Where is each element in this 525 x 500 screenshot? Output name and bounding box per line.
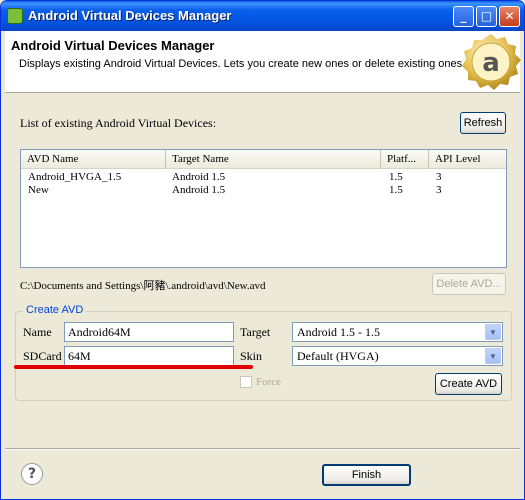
maximize-button[interactable]: □ xyxy=(476,6,497,27)
close-button[interactable]: ✕ xyxy=(499,6,520,27)
cell-target-name: Android 1.5 xyxy=(172,184,226,196)
cell-platform: 1.5 xyxy=(389,171,403,183)
avd-table-header: AVD Name Target Name Platf... API Level xyxy=(21,150,506,169)
finish-button[interactable]: Finish xyxy=(322,464,411,486)
create-avd-legend: Create AVD xyxy=(23,304,87,316)
create-avd-button[interactable]: Create AVD xyxy=(435,373,502,395)
cell-api-level: 3 xyxy=(436,184,442,196)
skin-select-value: Default (HVGA) xyxy=(297,349,379,363)
window-title: Android Virtual Devices Manager xyxy=(28,8,232,23)
column-api-level[interactable]: API Level xyxy=(429,150,506,169)
column-target-name[interactable]: Target Name xyxy=(166,150,381,169)
banner-description: Displays existing Android Virtual Device… xyxy=(19,58,466,70)
refresh-button[interactable]: Refresh xyxy=(460,112,506,134)
sdcard-label: SDCard xyxy=(23,349,62,363)
table-row[interactable]: Android_HVGA_1.5 Android 1.5 1.5 3 xyxy=(21,171,506,184)
banner-title: Android Virtual Devices Manager xyxy=(11,38,215,53)
table-row[interactable]: New Android 1.5 1.5 3 xyxy=(21,184,506,197)
avd-table[interactable]: AVD Name Target Name Platf... API Level … xyxy=(20,149,507,268)
avd-manager-window: Android Virtual Devices Manager _ □ ✕ An… xyxy=(0,0,525,500)
help-icon[interactable]: ? xyxy=(21,463,43,485)
cell-target-name: Android 1.5 xyxy=(172,171,226,183)
footer-separator xyxy=(5,448,520,450)
annotation-underline xyxy=(14,365,253,369)
delete-avd-button[interactable]: Delete AVD... xyxy=(432,273,506,295)
svg-text:a: a xyxy=(482,48,500,78)
cell-platform: 1.5 xyxy=(389,184,403,196)
cell-api-level: 3 xyxy=(436,171,442,183)
force-label: Force xyxy=(256,376,282,388)
avd-path: C:\Documents and Settings\阿豬\.android\av… xyxy=(20,280,266,292)
column-avd-name[interactable]: AVD Name xyxy=(21,150,166,169)
name-label: Name xyxy=(23,325,52,339)
chevron-down-icon[interactable]: ▼ xyxy=(485,348,501,364)
minimize-button[interactable]: _ xyxy=(453,6,474,27)
name-input[interactable]: Android64M xyxy=(64,322,234,342)
android-sdk-logo-icon: a xyxy=(462,34,521,90)
sdcard-input[interactable]: 64M xyxy=(64,346,234,366)
column-platform[interactable]: Platf... xyxy=(381,150,429,169)
skin-select[interactable]: Default (HVGA) ▼ xyxy=(292,346,503,366)
target-label: Target xyxy=(240,325,271,339)
skin-label: Skin xyxy=(240,349,263,363)
cell-avd-name: Android_HVGA_1.5 xyxy=(28,171,122,183)
force-checkbox[interactable] xyxy=(240,376,252,388)
avd-list-label: List of existing Android Virtual Devices… xyxy=(20,116,217,130)
android-app-icon xyxy=(7,8,23,24)
target-select-value: Android 1.5 - 1.5 xyxy=(297,325,380,339)
header-banner: Android Virtual Devices Manager Displays… xyxy=(5,31,521,93)
chevron-down-icon[interactable]: ▼ xyxy=(485,324,501,340)
cell-avd-name: New xyxy=(28,184,49,196)
target-select[interactable]: Android 1.5 - 1.5 ▼ xyxy=(292,322,503,342)
title-bar[interactable]: Android Virtual Devices Manager _ □ ✕ xyxy=(1,1,524,31)
